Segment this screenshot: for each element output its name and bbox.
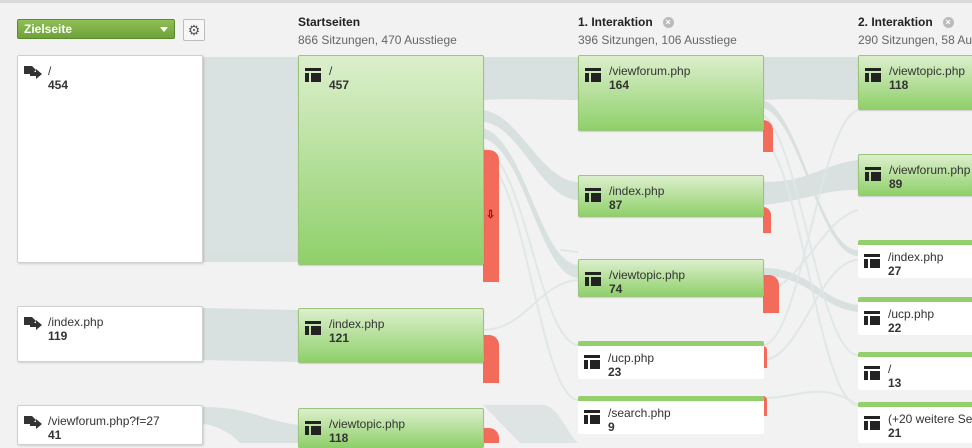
page-icon [864, 254, 880, 268]
node-count: 89 [889, 177, 903, 191]
page-icon [864, 366, 880, 380]
interaction2-node[interactable]: (+20 weitere Seiten) 21 [858, 402, 972, 443]
dropoff-bar[interactable] [763, 207, 771, 233]
node-label: /viewforum.php?f=27 [48, 414, 160, 428]
close-icon[interactable]: × [942, 17, 954, 28]
column-title: 1. Interaktion [578, 15, 653, 29]
entry-arrow-icon [24, 66, 42, 79]
column-header-interaction-1: 1. Interaktion × 396 Sitzungen, 106 Ausst… [578, 15, 737, 47]
page-icon [585, 68, 601, 82]
entry-arrow-icon [24, 317, 42, 330]
page-icon [584, 355, 600, 369]
page-icon [864, 416, 880, 430]
node-count: 87 [609, 198, 623, 212]
node-label: /index.php [48, 315, 104, 329]
settings-button[interactable]: ⚙ [183, 19, 205, 41]
node-count: 27 [888, 264, 902, 278]
node-count: 21 [888, 426, 902, 440]
dimension-dropdown[interactable]: Zielseite [17, 19, 175, 39]
chevron-down-icon [160, 27, 168, 32]
column-stats: 396 Sitzungen, 106 Ausstiege [578, 33, 737, 47]
interaction2-node[interactable]: /index.php 27 [858, 240, 972, 278]
node-count: 121 [329, 331, 350, 345]
node-count: 457 [329, 78, 350, 92]
page-icon [305, 421, 321, 435]
node-label: /viewforum.php [609, 64, 691, 78]
node-count: 118 [889, 78, 909, 92]
interaction1-node[interactable]: /viewforum.php 164 [578, 55, 764, 131]
node-label: /ucp.php [608, 351, 655, 365]
column-title: Startseiten [298, 15, 361, 29]
node-count: 22 [888, 321, 902, 335]
page-icon [305, 68, 321, 82]
node-count: 23 [608, 365, 622, 379]
node-label: /viewforum.php [889, 163, 971, 177]
interaction1-node[interactable]: /search.php 9 [578, 396, 764, 434]
close-icon[interactable]: × [662, 17, 674, 28]
node-label: /index.php [329, 317, 385, 331]
node-count: 9 [608, 420, 615, 434]
node-label: / [48, 64, 52, 78]
source-node[interactable]: /viewforum.php?f=27 41 [17, 405, 203, 445]
node-label: /viewtopic.php [609, 268, 686, 282]
node-count: 13 [888, 376, 902, 390]
column-stats: 866 Sitzungen, 470 Ausstiege [298, 33, 457, 47]
node-label: / [329, 64, 333, 78]
node-label: /viewtopic.php [889, 64, 966, 78]
node-label: /search.php [608, 406, 671, 420]
dropoff-bar[interactable] [483, 335, 499, 383]
source-node[interactable]: /index.php 119 [17, 306, 203, 362]
source-node[interactable]: / 454 [17, 55, 203, 263]
node-label: /index.php [609, 184, 665, 198]
interaction1-node[interactable]: /index.php 87 [578, 175, 764, 217]
node-count: 164 [609, 78, 630, 92]
interaction2-node[interactable]: /ucp.php 22 [858, 297, 972, 335]
page-icon [865, 68, 881, 82]
interaction2-node[interactable]: /viewtopic.php 118 [858, 55, 972, 110]
start-node[interactable]: /index.php 121 [298, 308, 484, 363]
dropoff-bar[interactable] [763, 275, 779, 313]
node-count: 74 [609, 282, 623, 296]
interaction1-node[interactable]: /viewtopic.php 74 [578, 259, 764, 297]
node-label: /ucp.php [888, 307, 935, 321]
interaction1-node[interactable]: /ucp.php 23 [578, 341, 764, 379]
page-icon [585, 188, 601, 202]
column-stats: 290 Sitzungen, 58 Ausstiege [858, 33, 972, 47]
dimension-dropdown-label: Zielseite [24, 22, 73, 36]
page-icon [865, 167, 881, 181]
page-icon [305, 321, 321, 335]
dropoff-arrow-icon: ⇩ [486, 209, 496, 221]
node-count: 454 [48, 78, 69, 92]
column-header-startseiten: Startseiten 866 Sitzungen, 470 Ausstiege [298, 15, 457, 47]
node-count: 119 [48, 329, 68, 343]
column-title: 2. Interaktion [858, 15, 933, 29]
node-count: 41 [48, 428, 62, 442]
page-icon [584, 410, 600, 424]
entry-arrow-icon [24, 416, 42, 429]
node-label: / [888, 362, 892, 376]
node-label: /viewtopic.php [329, 417, 406, 431]
start-node[interactable]: /viewtopic.php 118 [298, 408, 484, 448]
interaction2-node[interactable]: / 13 [858, 352, 972, 390]
page-icon [864, 311, 880, 325]
page-icon [585, 272, 601, 286]
column-header-interaction-2: 2. Interaktion × 290 Sitzungen, 58 Aussti… [858, 15, 972, 47]
interaction2-node[interactable]: /viewforum.php 89 [858, 154, 972, 196]
dropoff-bar[interactable] [763, 120, 773, 152]
node-label: (+20 weitere Seiten) [888, 412, 972, 426]
gear-icon: ⚙ [187, 22, 201, 38]
start-node[interactable]: / 457 [298, 55, 484, 265]
node-label: /index.php [888, 250, 944, 264]
